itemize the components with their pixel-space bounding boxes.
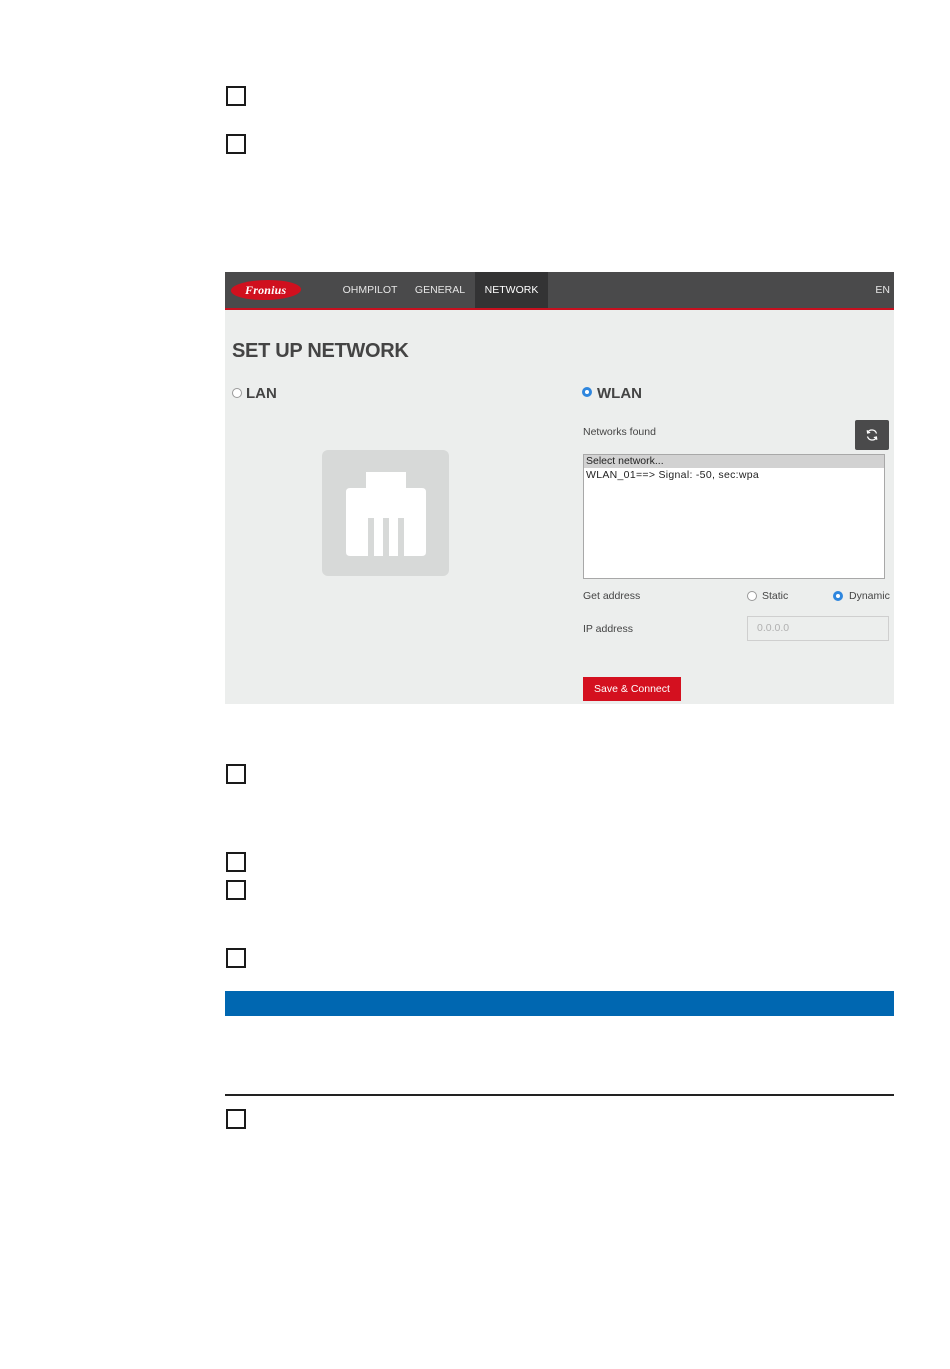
nav-item-general[interactable]: GENERAL (407, 272, 473, 308)
lan-label: LAN (246, 385, 277, 402)
networks-found-label: Networks found (583, 426, 656, 438)
wlan-label: WLAN (597, 385, 642, 402)
step-checkbox-7 (226, 1109, 246, 1129)
static-radio[interactable] (747, 591, 757, 601)
refresh-networks-button[interactable] (855, 420, 889, 450)
step-checkbox-3 (226, 764, 246, 784)
get-address-label: Get address (583, 590, 641, 602)
ip-address-label: IP address (583, 623, 634, 635)
refresh-icon (866, 429, 878, 441)
network-list-placeholder[interactable]: Select network... (584, 455, 884, 468)
step-checkbox-5 (226, 880, 246, 900)
nav-item-network[interactable]: NETWORK (475, 272, 548, 308)
ethernet-port-icon-svg (346, 472, 426, 556)
wlan-radio[interactable] (582, 387, 592, 397)
ip-address-input[interactable]: 0.0.0.0 (747, 616, 889, 641)
dynamic-option-label: Dynamic (849, 590, 890, 602)
save-connect-button[interactable]: Save & Connect (583, 677, 681, 701)
note-divider (225, 1094, 894, 1096)
step-checkbox-2 (226, 134, 246, 154)
step-checkbox-6 (226, 948, 246, 968)
top-navbar: Fronius OHMPILOT GENERAL NETWORK EN (225, 272, 894, 310)
dynamic-radio[interactable] (833, 591, 843, 601)
network-list-item[interactable]: WLAN_01==> Signal: -50, sec:wpa (584, 468, 884, 482)
ethernet-port-icon (322, 450, 449, 576)
language-selector[interactable]: EN (875, 272, 890, 308)
note-header-bar (225, 991, 894, 1016)
step-checkbox-1 (226, 86, 246, 106)
step-checkbox-4 (226, 852, 246, 872)
page-title: SET UP NETWORK (232, 340, 409, 362)
network-setup-screenshot: Fronius OHMPILOT GENERAL NETWORK EN SET … (225, 272, 894, 704)
fronius-logo[interactable]: Fronius (228, 280, 304, 300)
nav-item-ohmpilot[interactable]: OHMPILOT (333, 272, 407, 308)
network-list[interactable]: Select network... WLAN_01==> Signal: -50… (583, 454, 885, 579)
static-option-label: Static (762, 590, 789, 602)
lan-radio[interactable] (232, 388, 242, 398)
